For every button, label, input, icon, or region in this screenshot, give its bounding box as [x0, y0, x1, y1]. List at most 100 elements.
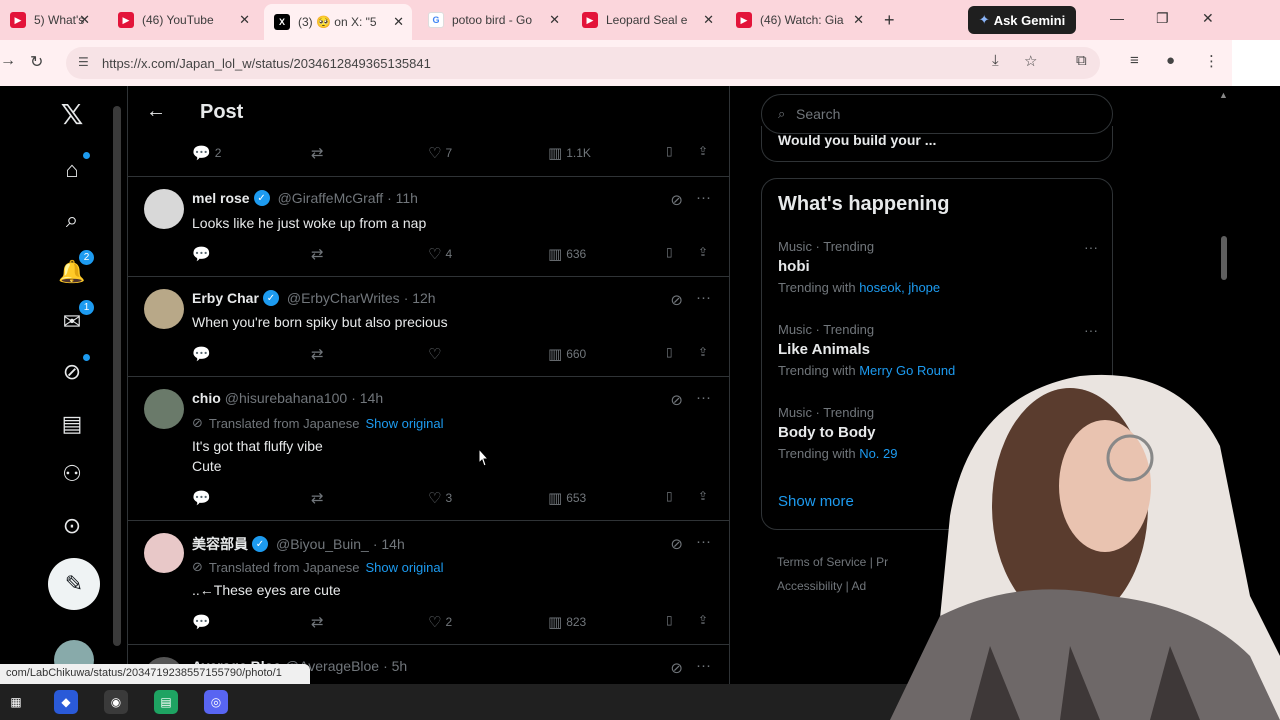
author-handle[interactable]: @GiraffeMcGraff — [278, 190, 384, 206]
media-control-icon[interactable]: ≡ — [1130, 52, 1139, 69]
author-handle[interactable]: @Biyou_Buin_ — [276, 536, 369, 552]
bookmark-icon[interactable]: ▯ — [666, 489, 673, 503]
repost-button[interactable]: ⇄ — [311, 613, 328, 631]
repost-button[interactable]: ⇄ — [311, 489, 328, 507]
grok-icon[interactable]: ⊘ — [670, 659, 683, 677]
compose-post-button[interactable]: ✎ — [48, 558, 100, 610]
more-icon[interactable]: ··· — [696, 389, 711, 406]
views-button[interactable]: ▥ 636 — [548, 245, 586, 263]
views-button[interactable]: ▥ 1.1K — [548, 144, 591, 162]
like-button[interactable]: ♡ 7 — [428, 144, 452, 162]
grok-icon[interactable]: ⊘ — [670, 191, 683, 209]
scroll-up-icon[interactable]: ▲ — [1219, 90, 1228, 100]
bookmark-icon[interactable]: ▯ — [666, 144, 673, 158]
app-icon[interactable]: ◆ — [54, 690, 78, 714]
tweet[interactable]: mel rose ✓ @GiraffeMcGraff · 11h ⊘ ··· L… — [128, 177, 729, 277]
page-scrollbar[interactable] — [113, 86, 121, 684]
reply-button[interactable]: 💬 — [192, 613, 215, 631]
tab-1[interactable]: ▶ 5) What's goo ✕ — [0, 6, 98, 34]
like-button[interactable]: ♡ — [428, 345, 445, 363]
author-name[interactable]: Erby Char — [192, 290, 259, 306]
tweet-time[interactable]: · 14h — [373, 536, 405, 552]
avatar[interactable] — [144, 389, 184, 429]
avatar[interactable] — [144, 189, 184, 229]
grok-icon[interactable]: ⊘ — [670, 391, 683, 409]
messages-icon[interactable]: ✉ 1 — [56, 300, 94, 338]
tweet[interactable]: Erby Char ✓ @ErbyCharWrites · 12h ⊘ ··· … — [128, 277, 729, 377]
bookmark-icon[interactable]: ▯ — [666, 613, 673, 627]
tab-2[interactable]: ▶ (46) YouTube ✕ — [108, 6, 258, 34]
views-button[interactable]: ▥ 660 — [548, 345, 586, 363]
extensions-icon[interactable]: ⧉ — [1076, 52, 1087, 69]
discord-icon[interactable]: ◎ — [204, 690, 228, 714]
more-icon[interactable]: ··· — [1084, 322, 1098, 338]
close-icon[interactable]: ✕ — [393, 14, 404, 30]
reload-icon[interactable]: ↻ — [30, 52, 43, 72]
tweet-time[interactable]: · 11h — [387, 190, 418, 206]
share-icon[interactable]: ⇪ — [698, 144, 708, 158]
home-icon[interactable]: ⌂ — [56, 152, 90, 186]
grok-icon[interactable]: ⊘ — [670, 535, 683, 553]
lists-icon[interactable]: ▤ — [56, 408, 88, 440]
bookmark-star-icon[interactable]: ☆ — [1024, 52, 1037, 70]
share-icon[interactable]: ⇪ — [698, 245, 708, 259]
reply-button[interactable]: 💬 — [192, 245, 215, 263]
views-button[interactable]: ▥ 653 — [548, 489, 586, 507]
scroll-thumb[interactable] — [113, 106, 121, 646]
repost-button[interactable]: ⇄ — [311, 345, 328, 363]
more-icon[interactable]: ··· — [696, 533, 711, 550]
tab-5[interactable]: ▶ Leopard Seal e ✕ — [572, 6, 722, 34]
tweet-time[interactable]: · 12h — [404, 290, 436, 306]
more-icon[interactable]: ··· — [696, 657, 711, 674]
like-button[interactable]: ♡ 2 — [428, 613, 452, 631]
reply-button[interactable]: 💬 — [192, 345, 215, 363]
site-info-icon[interactable]: ☰ — [78, 55, 89, 69]
tab-4[interactable]: G potoo bird - Go ✕ — [418, 6, 568, 34]
grok-icon[interactable]: ⊘ — [56, 354, 90, 388]
new-tab-button[interactable]: + — [884, 10, 895, 31]
close-icon[interactable]: ✕ — [703, 12, 714, 28]
author-name[interactable]: chio — [192, 390, 221, 406]
author-name[interactable]: 美容部員 — [192, 534, 248, 554]
tab-3-active[interactable]: X (3) 🥺 on X: "5 ✕ — [264, 4, 412, 40]
spreadsheet-icon[interactable]: ▤ — [154, 690, 178, 714]
bookmark-icon[interactable]: ▯ — [666, 245, 673, 259]
install-app-icon[interactable]: ⤓ — [992, 52, 999, 69]
author-handle[interactable]: @ErbyCharWrites — [287, 290, 400, 306]
menu-icon[interactable]: ⋮ — [1204, 52, 1219, 70]
show-original-link[interactable]: Show original — [365, 416, 443, 431]
tweet-time[interactable]: · 5h — [383, 658, 407, 674]
share-icon[interactable]: ⇪ — [698, 613, 708, 627]
minimize-icon[interactable]: — — [1110, 10, 1124, 26]
profile-icon[interactable]: ● — [1166, 52, 1175, 69]
ask-gemini-button[interactable]: ✦ Ask Gemini — [968, 6, 1076, 34]
tweet[interactable]: chio @hisurebahana100 · 14h ⊘ ··· ⊘ Tran… — [128, 377, 729, 521]
close-window-icon[interactable]: ✕ — [1202, 10, 1214, 27]
bookmark-icon[interactable]: ▯ — [666, 345, 673, 359]
close-icon[interactable]: ✕ — [549, 12, 560, 28]
x-logo-icon[interactable]: 𝕏 — [56, 98, 88, 130]
show-original-link[interactable]: Show original — [365, 560, 443, 575]
url-field[interactable]: ☰ https://x.com/Japan_lol_w/status/20346… — [66, 47, 1100, 79]
chrome-icon[interactable]: ◉ — [104, 690, 128, 714]
trend-item[interactable]: Music · Trending hobi Trending with hosе… — [778, 239, 1098, 295]
tweet-time[interactable]: · 14h — [351, 390, 383, 406]
trend-links[interactable]: hosеok, jhope — [859, 280, 940, 295]
like-button[interactable]: ♡ 3 — [428, 489, 452, 507]
more-circle-icon[interactable]: ⊙ — [56, 510, 88, 542]
more-icon[interactable]: ··· — [1084, 239, 1098, 255]
reply-button[interactable]: 💬 — [192, 489, 215, 507]
explore-icon[interactable]: ⌕ — [56, 204, 88, 236]
restore-icon[interactable]: ❐ — [1156, 10, 1169, 27]
like-button[interactable]: ♡ 4 — [428, 245, 452, 263]
close-icon[interactable]: ✕ — [853, 12, 864, 28]
notifications-icon[interactable]: 🔔 2 — [56, 250, 94, 288]
share-icon[interactable]: ⇪ — [698, 489, 708, 503]
grok-icon[interactable]: ⊘ — [670, 291, 683, 309]
tab-6[interactable]: ▶ (46) Watch: Gia ✕ — [726, 6, 872, 34]
forward-icon[interactable]: → — [0, 52, 16, 70]
author-name[interactable]: mel rose — [192, 190, 250, 206]
task-view-icon[interactable]: ▦ — [4, 690, 28, 714]
search-input[interactable]: ⌕ Search — [761, 94, 1113, 134]
back-arrow-icon[interactable]: ← — [146, 100, 166, 123]
